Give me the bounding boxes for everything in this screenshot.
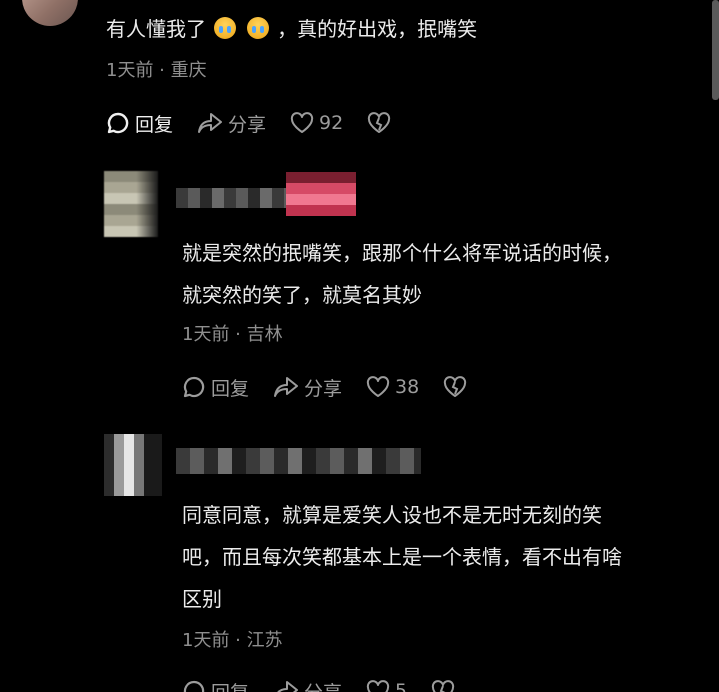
username-badge-blurred xyxy=(286,172,356,216)
username-blurred[interactable] xyxy=(176,188,286,208)
reply-button[interactable]: 回复 xyxy=(106,110,173,137)
share-arrow-icon xyxy=(274,377,299,397)
reply-text-line: 就突然的笑了，就莫名其妙 xyxy=(182,283,422,307)
share-button[interactable]: 分享 xyxy=(273,678,342,692)
like-button[interactable]: 92 xyxy=(290,112,343,134)
scrollbar[interactable] xyxy=(712,0,719,100)
share-button[interactable]: 分享 xyxy=(197,110,266,137)
reply-button[interactable]: 回复 xyxy=(182,374,249,401)
heart-icon xyxy=(290,112,314,133)
avatar[interactable] xyxy=(22,0,78,26)
comment-text: 有人懂我了 ，真的好出戏，抿嘴笑 xyxy=(106,17,478,41)
like-count: 38 xyxy=(395,376,420,398)
share-arrow-icon xyxy=(198,113,223,133)
avatar[interactable] xyxy=(104,434,162,496)
username-blurred[interactable] xyxy=(176,448,421,474)
reply-text-line: 就是突然的抿嘴笑，跟那个什么将军说话的时候， xyxy=(182,241,622,265)
broken-heart-icon xyxy=(444,376,467,397)
share-button[interactable]: 分享 xyxy=(273,374,342,401)
reply-bubble-icon xyxy=(183,376,205,398)
dislike-button[interactable] xyxy=(443,376,472,398)
broken-heart-icon xyxy=(368,112,391,133)
dislike-button[interactable] xyxy=(367,112,396,134)
reply-text-line: 区别 xyxy=(182,587,222,611)
comment-thread: 有人懂我了 ，真的好出戏，抿嘴笑 1天前 · 重庆 回复 分享 92 就是突然的… xyxy=(0,0,719,692)
dislike-button[interactable] xyxy=(431,680,460,692)
reply-actions: 回复 分享 38 xyxy=(182,372,496,402)
like-count: 92 xyxy=(319,112,344,134)
like-count: 5 xyxy=(395,680,408,692)
avatar[interactable] xyxy=(104,171,158,237)
broken-heart-icon xyxy=(432,680,455,692)
reply-button[interactable]: 回复 xyxy=(182,678,249,692)
share-arrow-icon xyxy=(277,681,299,692)
comment-meta: 1天前 · 重庆 xyxy=(106,60,207,81)
like-button[interactable]: 38 xyxy=(366,376,419,398)
reply-meta: 1天前 · 吉林 xyxy=(182,324,283,345)
crying-face-emoji xyxy=(246,17,269,39)
reply-text-line: 吧，而且每次笑都基本上是一个表情，看不出有啥 xyxy=(182,545,622,569)
crying-face-emoji xyxy=(214,17,237,39)
reply-bubble-icon xyxy=(107,112,129,134)
reply-text-line: 同意同意，就算是爱笑人设也不是无时无刻的笑 xyxy=(182,503,602,527)
reply-actions: 回复 分享 5 xyxy=(182,676,484,692)
heart-icon xyxy=(366,680,390,692)
comment-actions: 回复 分享 92 xyxy=(106,108,420,138)
reply-bubble-icon xyxy=(183,680,205,692)
reply-meta: 1天前 · 江苏 xyxy=(182,630,283,651)
like-button[interactable]: 5 xyxy=(366,680,407,692)
heart-icon xyxy=(366,376,390,397)
